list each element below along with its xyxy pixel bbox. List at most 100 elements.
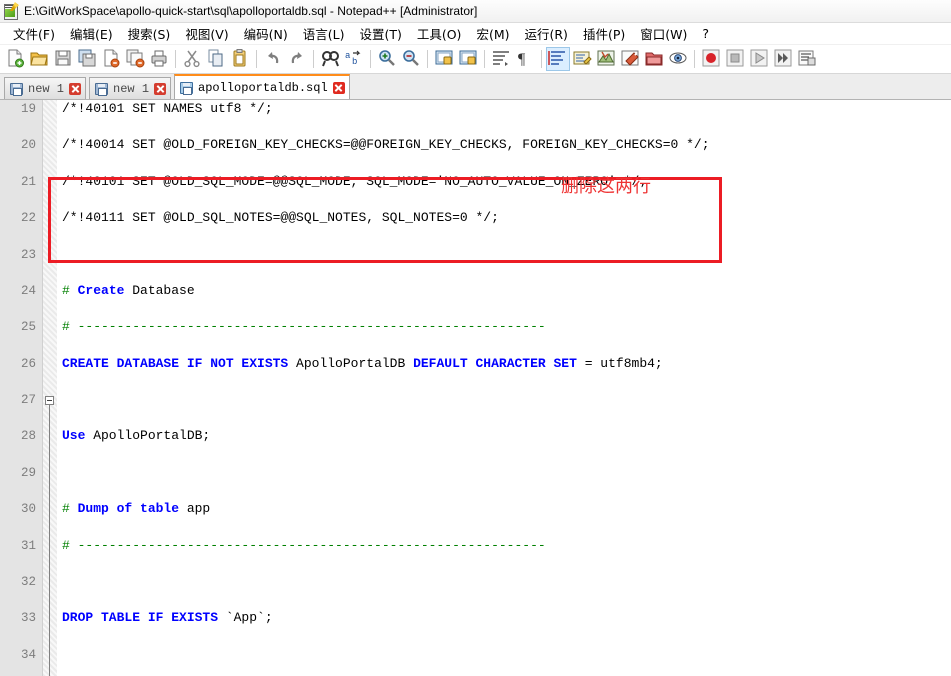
toolbar-button-redo[interactable] <box>285 47 309 71</box>
code-line[interactable]: 27 <box>0 391 951 409</box>
paste-icon <box>230 48 250 71</box>
toolbar-button-stop-recording[interactable] <box>723 47 747 71</box>
tab-close-icon[interactable] <box>332 81 345 94</box>
replace-icon: ab <box>344 48 364 71</box>
record-macro-icon <box>701 48 721 71</box>
toolbar-button-show-document-map[interactable] <box>594 47 618 71</box>
svg-text:¶: ¶ <box>518 51 526 68</box>
code-line[interactable]: 22 /*!40111 SET @OLD_SQL_NOTES=@@SQL_NOTE… <box>0 209 951 227</box>
menu-language[interactable]: 语言(L) <box>296 22 353 45</box>
toolbar-separator <box>694 50 695 68</box>
toolbar-button-replace[interactable]: ab <box>342 47 366 71</box>
toolbar-button-cut[interactable] <box>180 47 204 71</box>
tab-close-icon[interactable] <box>69 82 82 95</box>
svg-text:a: a <box>345 51 351 61</box>
tab-bar: new 1 new 1 apolloportaldb.sql <box>0 74 951 100</box>
toolbar-button-save-macro[interactable] <box>795 47 819 71</box>
code-line[interactable]: 30 # Dump of table app <box>0 500 951 518</box>
toolbar-button-save-all[interactable] <box>75 47 99 71</box>
line-text: # Dump of table app <box>62 501 211 517</box>
code-line[interactable]: 20 /*!40014 SET @OLD_FOREIGN_KEY_CHECKS=@… <box>0 136 951 154</box>
toolbar-button-find[interactable] <box>318 47 342 71</box>
menu-plugins[interactable]: 插件(P) <box>576 22 633 45</box>
title-bar: E:\GitWorkSpace\apollo-quick-start\sql\a… <box>0 0 951 23</box>
svg-text:b: b <box>352 57 357 67</box>
tab-new-1-b[interactable]: new 1 <box>89 77 172 99</box>
toolbar-button-copy[interactable] <box>204 47 228 71</box>
menu-settings[interactable]: 设置(T) <box>352 22 409 45</box>
code-line[interactable]: 28 Use ApolloPortalDB; <box>0 427 951 445</box>
code-line[interactable]: 34 <box>0 646 951 664</box>
toolbar-button-undo[interactable] <box>261 47 285 71</box>
toolbar-button-close-file[interactable] <box>99 47 123 71</box>
toolbar-button-run-macro-multiple[interactable] <box>771 47 795 71</box>
file-icon <box>180 81 194 95</box>
save-icon <box>53 48 73 71</box>
code-line[interactable]: 24 # Create Database <box>0 282 951 300</box>
toolbar-button-save[interactable] <box>51 47 75 71</box>
toolbar-button-sync-vertical-scroll[interactable] <box>432 47 456 71</box>
toolbar-button-zoom-out[interactable] <box>399 47 423 71</box>
menu-view[interactable]: 视图(V) <box>178 22 236 45</box>
line-number: 20 <box>20 138 36 153</box>
menu-edit[interactable]: 编辑(E) <box>63 22 121 45</box>
fold-collapse-icon-line-35[interactable] <box>45 396 54 405</box>
line-number: 23 <box>20 247 36 262</box>
toolbar-separator <box>427 50 428 68</box>
toolbar-button-new-file[interactable] <box>3 47 27 71</box>
copy-icon <box>206 48 226 71</box>
menu-search[interactable]: 搜索(S) <box>121 22 179 45</box>
code-line[interactable]: 23 <box>0 246 951 264</box>
toolbar-button-word-wrap[interactable] <box>489 47 513 71</box>
sync-vertical-scroll-icon <box>434 48 454 71</box>
toolbar-button-document-preview[interactable] <box>666 47 690 71</box>
line-text: CREATE DATABASE IF NOT EXISTS ApolloPort… <box>62 355 663 371</box>
code-content[interactable]: 19 /*!40101 SET NAMES utf8 */; 20 /*!40014 … <box>0 100 951 676</box>
code-line[interactable]: 21 /*!40101 SET @OLD_SQL_MODE=@@SQL_MODE,… <box>0 173 951 191</box>
toolbar-button-open-file[interactable] <box>27 47 51 71</box>
toolbar-button-close-all[interactable] <box>123 47 147 71</box>
menu-macro[interactable]: 宏(M) <box>469 22 517 45</box>
print-icon <box>149 48 169 71</box>
toolbar-button-user-defined-language[interactable] <box>570 47 594 71</box>
menu-help[interactable]: ? <box>695 24 717 43</box>
toolbar-button-show-all-characters[interactable]: ¶ <box>513 47 537 71</box>
menu-file[interactable]: 文件(F) <box>6 22 63 45</box>
menu-run[interactable]: 运行(R) <box>517 22 575 45</box>
toolbar-button-show-indent-guide[interactable] <box>546 47 570 71</box>
editor-area[interactable]: 19 /*!40101 SET NAMES utf8 */; 20 /*!40014 … <box>0 100 951 676</box>
toolbar-button-play-macro[interactable] <box>747 47 771 71</box>
stop-recording-icon <box>725 48 745 71</box>
toolbar-button-function-list[interactable] <box>618 47 642 71</box>
zoom-in-icon <box>377 48 397 71</box>
word-wrap-icon <box>491 48 511 71</box>
zoom-out-icon <box>401 48 421 71</box>
toolbar-button-paste[interactable] <box>228 47 252 71</box>
menu-tools[interactable]: 工具(O) <box>410 22 470 45</box>
line-number: 30 <box>20 502 36 517</box>
code-line[interactable]: 25 # ------------------------------------… <box>0 318 951 336</box>
menu-encoding[interactable]: 编码(N) <box>237 22 296 45</box>
code-line[interactable]: 31 # ------------------------------------… <box>0 537 951 555</box>
code-line[interactable]: 26 CREATE DATABASE IF NOT EXISTS ApolloPo… <box>0 355 951 373</box>
code-line[interactable]: 19 /*!40101 SET NAMES utf8 */; <box>0 100 951 118</box>
toolbar-button-record-macro[interactable] <box>699 47 723 71</box>
folder-as-workspace-icon <box>644 48 664 71</box>
line-number: 22 <box>20 211 36 226</box>
tab-new-1-a[interactable]: new 1 <box>4 77 87 99</box>
toolbar-button-folder-as-workspace[interactable] <box>642 47 666 71</box>
toolbar-button-print[interactable] <box>147 47 171 71</box>
code-line[interactable]: 33 DROP TABLE IF EXISTS `App`; <box>0 609 951 627</box>
function-list-icon <box>620 48 640 71</box>
new-file-icon <box>5 48 25 71</box>
line-number: 25 <box>20 320 36 335</box>
toolbar-button-sync-horizontal-scroll[interactable] <box>456 47 480 71</box>
open-file-icon <box>29 48 49 71</box>
menu-window[interactable]: 窗口(W) <box>633 22 695 45</box>
show-indent-guide-icon <box>548 48 568 71</box>
code-line[interactable]: 29 <box>0 464 951 482</box>
tab-close-icon[interactable] <box>154 82 167 95</box>
code-line[interactable]: 32 <box>0 573 951 591</box>
tab-apolloportaldb-sql[interactable]: apolloportaldb.sql <box>174 74 350 99</box>
toolbar-button-zoom-in[interactable] <box>375 47 399 71</box>
